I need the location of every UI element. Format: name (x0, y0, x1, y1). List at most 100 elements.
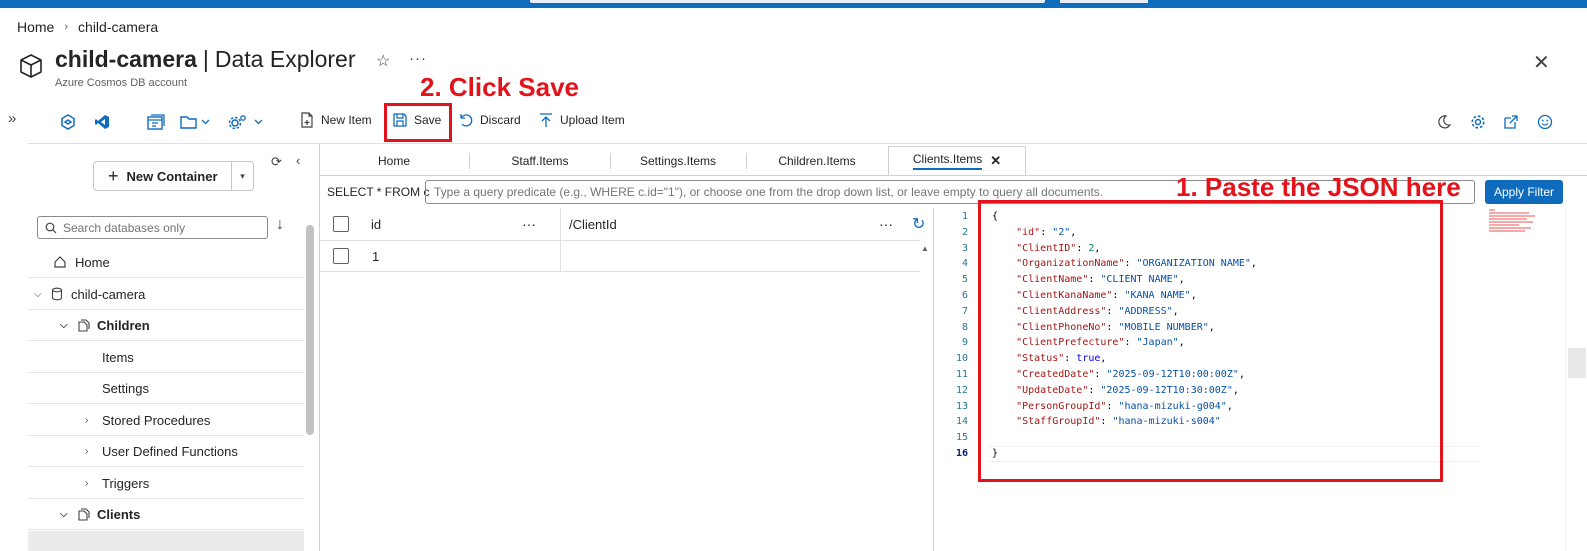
breadcrumb-current[interactable]: child-camera (78, 19, 158, 35)
chevron-down-icon[interactable]: ▾ (231, 162, 253, 190)
tree-item-clients-items[interactable] (28, 531, 304, 551)
table-row-divider (320, 271, 920, 272)
line-number: 8 (961, 321, 968, 333)
tree-label: Stored Procedures (102, 412, 211, 428)
refresh-icon[interactable]: ⟳ (271, 154, 282, 170)
tree-label: Clients (97, 506, 141, 522)
container-icon (78, 508, 90, 521)
column-options-icon[interactable]: ··· (879, 208, 893, 240)
tab-label: Staff.Items (511, 154, 569, 168)
column-options-icon[interactable]: ··· (522, 208, 536, 240)
account-name: child-camera (55, 46, 197, 72)
search-icon (45, 222, 57, 233)
tree-item-items[interactable]: Items (28, 342, 304, 373)
refresh-results-icon[interactable]: ↻ (912, 208, 925, 240)
container-icon (78, 319, 90, 332)
annotation-click-save: 2. Click Save (420, 72, 579, 102)
expand-sidebar-icon[interactable]: » (8, 110, 16, 127)
documents-grid (320, 208, 933, 551)
close-tab-icon[interactable]: ✕ (990, 153, 1001, 169)
line-number: 6 (961, 289, 968, 301)
line-number: 16 (955, 447, 968, 459)
close-icon[interactable]: ✕ (1533, 50, 1550, 75)
breadcrumb: Home › child-camera (17, 19, 158, 35)
favorite-star-icon[interactable]: ☆ (376, 51, 390, 71)
tree-label: Items (102, 349, 134, 365)
tab-label: Settings.Items (639, 154, 717, 168)
tab-label: Clients.Items (912, 152, 983, 170)
grid-scroll-up-icon[interactable]: ▲ (921, 244, 929, 253)
minimap-line (1489, 209, 1495, 211)
tab-staff-items[interactable]: Staff.Items (470, 146, 610, 176)
new-sql-query-icon[interactable] (147, 110, 165, 134)
settings-gear-icon[interactable] (1470, 110, 1486, 134)
chevron-down-icon[interactable]: ⌵ (34, 289, 46, 300)
line-number: 4 (961, 258, 968, 270)
chevron-right-icon: › (64, 21, 69, 33)
page-subtitle: Azure Cosmos DB account (55, 77, 188, 89)
column-header-id[interactable]: id (371, 208, 381, 240)
new-item-button[interactable]: New Item (299, 108, 372, 132)
new-container-menu-icon[interactable] (180, 110, 210, 134)
column-header-partition-key[interactable]: /ClientId (569, 208, 617, 240)
feedback-smiley-icon[interactable] (1537, 110, 1553, 134)
tree-item-udfs[interactable]: › User Defined Functions (28, 436, 304, 467)
query-prefix: SELECT * FROM c (327, 185, 430, 199)
grid-header-divider (320, 240, 920, 241)
annotation-paste-json: 1. Paste the JSON here (1176, 172, 1461, 202)
line-number: 9 (961, 337, 968, 349)
apply-filter-button[interactable]: Apply Filter (1485, 180, 1563, 204)
tree-label: Triggers (102, 475, 150, 491)
line-number: 5 (961, 274, 968, 286)
sort-down-icon[interactable]: ↓ (276, 216, 284, 234)
discard-button[interactable]: Discard (458, 108, 521, 132)
chevron-right-icon[interactable]: › (85, 478, 97, 489)
minimap-line (1489, 215, 1535, 217)
editor-splitter[interactable] (933, 208, 934, 551)
portal-search-box[interactable] (530, 0, 1045, 3)
editor-scrollbar[interactable] (1565, 208, 1587, 551)
tab-home[interactable]: Home (320, 146, 468, 176)
minimap-line (1489, 224, 1519, 226)
chevron-right-icon[interactable]: › (85, 446, 97, 457)
collapse-panel-icon[interactable]: ‹ (296, 153, 300, 168)
sidebar-scrollbar[interactable] (306, 225, 314, 435)
portal-copilot-button[interactable] (1060, 0, 1148, 3)
tree-item-children-container[interactable]: ⌵ Children (28, 310, 304, 341)
upload-item-button[interactable]: Upload Item (538, 108, 625, 132)
chevron-down-icon[interactable]: ⌵ (60, 320, 72, 331)
tab-children-items[interactable]: Children.Items (747, 146, 887, 176)
more-options-icon[interactable]: ··· (409, 50, 427, 67)
select-all-checkbox[interactable] (333, 216, 349, 232)
database-icon (51, 287, 63, 301)
editor-minimap[interactable] (1489, 209, 1539, 241)
tree-item-database[interactable]: ⌵ child-camera (28, 279, 304, 310)
tree-label: Children (97, 317, 150, 333)
open-new-window-icon[interactable] (1503, 110, 1519, 134)
cell-id[interactable]: 1 (372, 249, 379, 264)
undo-icon (460, 114, 473, 127)
database-search-field[interactable] (37, 216, 268, 239)
annotation-box-editor (978, 200, 1443, 482)
annotation-box-save (384, 103, 452, 142)
tab-settings-items[interactable]: Settings.Items (611, 146, 745, 176)
tree-item-home[interactable]: Home (28, 247, 304, 278)
search-input[interactable] (63, 220, 253, 235)
tree-item-triggers[interactable]: › Triggers (28, 468, 304, 499)
line-number: 12 (955, 384, 968, 396)
settings-menu-icon[interactable] (229, 110, 265, 134)
breadcrumb-home[interactable]: Home (17, 19, 54, 35)
row-checkbox[interactable] (333, 248, 349, 264)
vscode-icon[interactable] (94, 110, 110, 134)
tree-item-settings[interactable]: Settings (28, 373, 304, 404)
line-number: 1 (961, 211, 968, 222)
new-container-button[interactable]: + New Container (94, 166, 231, 187)
tab-clients-items[interactable]: Clients.Items ✕ (888, 146, 1026, 176)
chevron-down-icon[interactable]: ⌵ (60, 509, 72, 520)
chevron-right-icon[interactable]: › (85, 415, 97, 426)
scroll-thumb[interactable] (1568, 348, 1586, 378)
tree-item-stored-procedures[interactable]: › Stored Procedures (28, 405, 304, 436)
theme-moon-icon[interactable] (1436, 110, 1452, 134)
cosmos-logo-icon[interactable] (60, 110, 76, 134)
tree-item-clients-container[interactable]: ⌵ Clients (28, 499, 304, 530)
